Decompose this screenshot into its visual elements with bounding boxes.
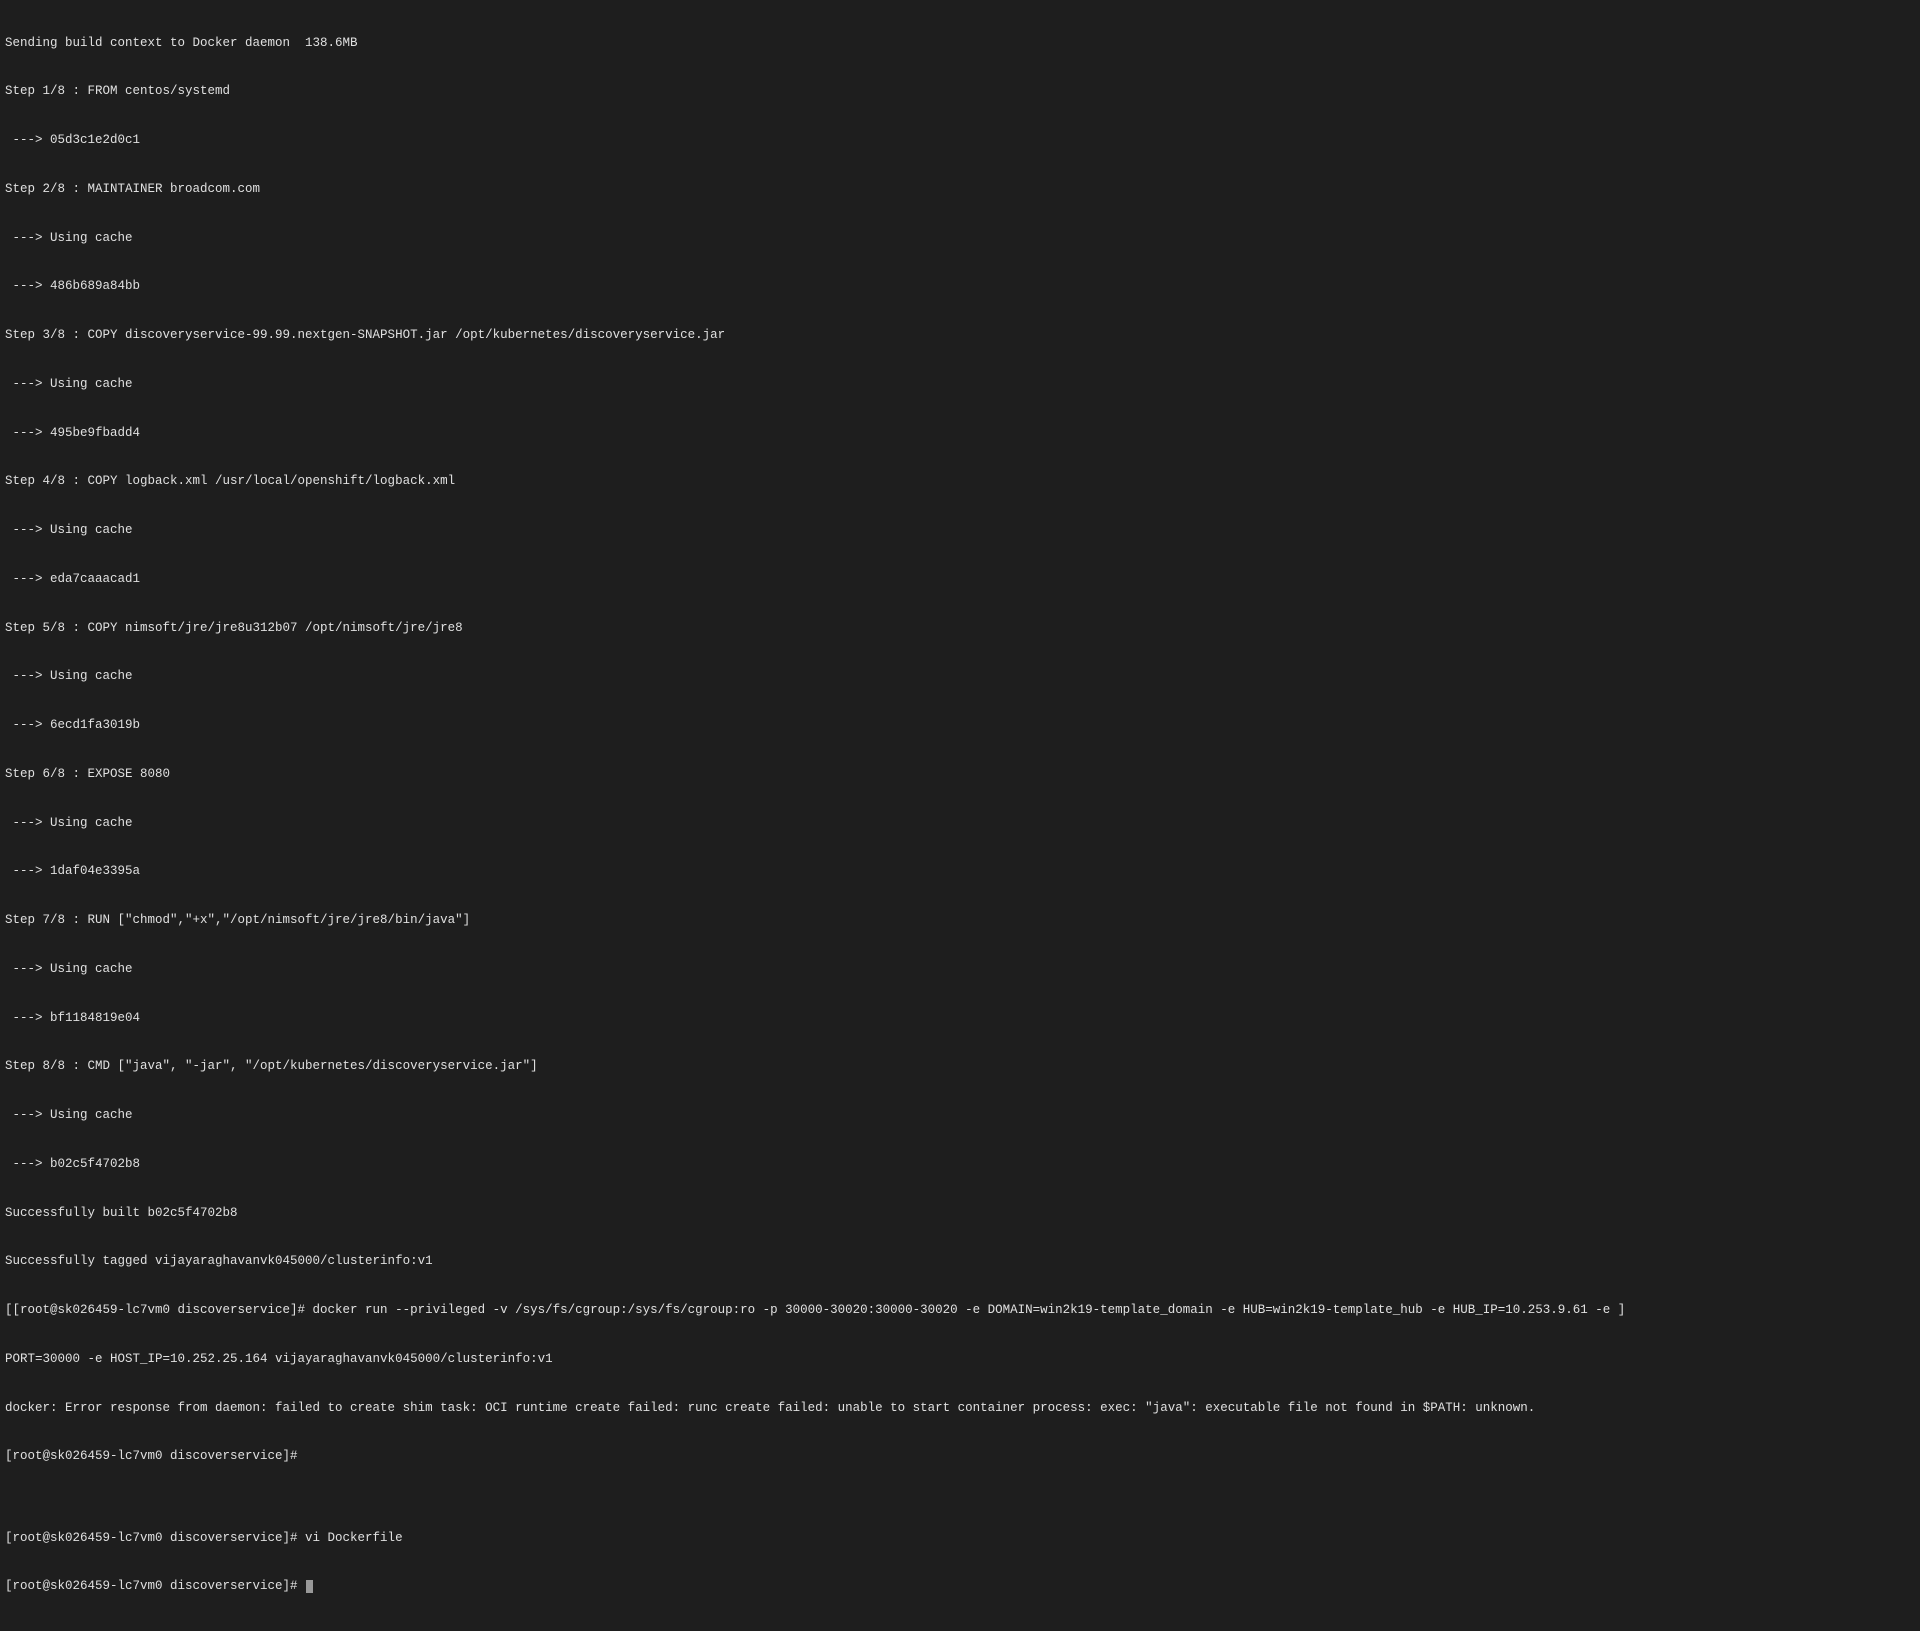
output-line: Sending build context to Docker daemon 1… [5, 35, 1915, 51]
terminal-bottom-output: [root@sk026459-lc7vm0 discoverservice]# … [5, 1497, 1915, 1629]
output-line: ---> Using cache [5, 961, 1915, 977]
prompt-line: [root@sk026459-lc7vm0 discoverservice]# … [5, 1530, 1915, 1546]
prompt-line: [[root@sk026459-lc7vm0 discoverservice]#… [5, 1302, 1915, 1318]
terminal-output[interactable]: Sending build context to Docker daemon 1… [0, 0, 1920, 1631]
current-prompt-line[interactable]: [root@sk026459-lc7vm0 discoverservice]# [5, 1578, 1915, 1594]
output-line: ---> bf1184819e04 [5, 1010, 1915, 1026]
output-line: Step 7/8 : RUN ["chmod","+x","/opt/nimso… [5, 912, 1915, 928]
output-line: Successfully tagged vijayaraghavanvk0450… [5, 1253, 1915, 1269]
output-line: ---> eda7caaacad1 [5, 571, 1915, 587]
output-line: ---> 495be9fbadd4 [5, 425, 1915, 441]
output-line: Step 8/8 : CMD ["java", "-jar", "/opt/ku… [5, 1058, 1915, 1074]
output-line: Step 2/8 : MAINTAINER broadcom.com [5, 181, 1915, 197]
output-line: ---> 6ecd1fa3019b [5, 717, 1915, 733]
output-line: Step 4/8 : COPY logback.xml /usr/local/o… [5, 473, 1915, 489]
output-line: ---> Using cache [5, 668, 1915, 684]
output-line: Successfully built b02c5f4702b8 [5, 1205, 1915, 1221]
cursor [306, 1580, 313, 1593]
prompt-line: PORT=30000 -e HOST_IP=10.252.25.164 vija… [5, 1351, 1915, 1367]
output-line: ---> Using cache [5, 230, 1915, 246]
output-line: ---> Using cache [5, 1107, 1915, 1123]
output-line: ---> Using cache [5, 376, 1915, 392]
output-line: ---> b02c5f4702b8 [5, 1156, 1915, 1172]
prompt-text: [root@sk026459-lc7vm0 discoverservice]# [5, 1579, 305, 1593]
terminal-top-output: Sending build context to Docker daemon 1… [5, 2, 1915, 1497]
output-line: ---> 486b689a84bb [5, 278, 1915, 294]
output-line: Step 1/8 : FROM centos/systemd [5, 83, 1915, 99]
output-line: Step 3/8 : COPY discoveryservice-99.99.n… [5, 327, 1915, 343]
output-line: ---> Using cache [5, 815, 1915, 831]
output-line: Step 5/8 : COPY nimsoft/jre/jre8u312b07 … [5, 620, 1915, 636]
prompt-line: [root@sk026459-lc7vm0 discoverservice]# [5, 1448, 1915, 1464]
output-line: Step 6/8 : EXPOSE 8080 [5, 766, 1915, 782]
output-line: ---> 1daf04e3395a [5, 863, 1915, 879]
error-line: docker: Error response from daemon: fail… [5, 1400, 1915, 1416]
output-line: ---> Using cache [5, 522, 1915, 538]
output-line: ---> 05d3c1e2d0c1 [5, 132, 1915, 148]
